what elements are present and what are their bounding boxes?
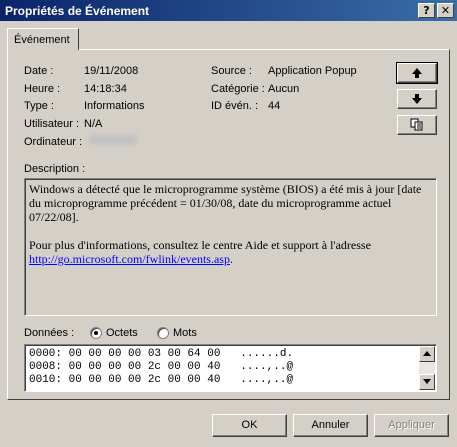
data-hex-view[interactable]: 0000: 00 00 00 00 03 00 64 00 ......d. 0… xyxy=(24,344,437,392)
ok-button[interactable]: OK xyxy=(212,414,287,437)
window-title: Propriétés de Événement xyxy=(5,4,150,18)
radio-bytes[interactable] xyxy=(90,327,102,339)
radio-selected-dot xyxy=(94,331,98,335)
close-button[interactable]: ✕ xyxy=(437,3,454,18)
date-label: Date : xyxy=(24,65,54,77)
cancel-button[interactable]: Annuler xyxy=(293,414,368,437)
radio-bytes-label[interactable]: Octets xyxy=(106,327,138,339)
scroll-down-button[interactable] xyxy=(419,374,435,390)
computer-label: Ordinateur : xyxy=(24,136,83,148)
source-value: Application Popup xyxy=(268,65,357,77)
arrow-down-icon xyxy=(412,94,422,104)
description-text-area[interactable]: Windows a détecté que le microprogramme … xyxy=(24,178,437,316)
title-bar: Propriétés de Événement ? ✕ xyxy=(0,0,457,22)
type-label: Type : xyxy=(24,100,54,112)
scroll-up-icon xyxy=(423,351,431,356)
hex-row: 0000: 00 00 00 00 03 00 64 00 ......d. xyxy=(29,348,294,360)
copy-icon xyxy=(410,118,423,131)
time-label: Heure : xyxy=(24,83,61,95)
user-value: N/A xyxy=(84,118,103,130)
scroll-up-button[interactable] xyxy=(419,346,435,362)
scroll-down-icon xyxy=(423,379,431,384)
link-suffix: . xyxy=(229,252,233,266)
apply-button[interactable]: Appliquer xyxy=(374,414,449,437)
category-label: Catégorie : xyxy=(211,83,265,95)
source-label: Source : xyxy=(211,65,252,77)
radio-words[interactable] xyxy=(157,327,169,339)
computer-value-redacted xyxy=(88,134,138,145)
type-value: Informations xyxy=(84,100,145,112)
event-id-value: 44 xyxy=(268,100,281,112)
tab-event[interactable]: Événement xyxy=(7,28,79,50)
next-event-button[interactable] xyxy=(397,89,437,109)
copy-button[interactable] xyxy=(397,115,437,135)
previous-event-button[interactable] xyxy=(396,62,438,84)
category-value: Aucun xyxy=(268,83,300,95)
date-value: 19/11/2008 xyxy=(84,65,139,77)
description-line1: Windows a détecté que le microprogramme … xyxy=(29,182,422,224)
arrow-up-icon xyxy=(412,68,422,78)
description-line2: Pour plus d'informations, consultez le c… xyxy=(29,238,371,252)
radio-words-label[interactable]: Mots xyxy=(173,327,197,339)
vertical-scrollbar[interactable] xyxy=(419,346,435,390)
help-button[interactable]: ? xyxy=(418,3,435,18)
time-value: 14:18:34 xyxy=(84,83,127,95)
event-id-label: ID évén. : xyxy=(211,100,259,112)
hex-row: 0008: 00 00 00 00 2c 00 00 40 ....,..@ xyxy=(29,361,294,373)
tab-event-label: Événement xyxy=(14,34,70,46)
hex-row: 0010: 00 00 00 00 2c 00 00 40 ....,..@ xyxy=(29,374,294,386)
help-link[interactable]: http://go.microsoft.com/fwlink/events.as… xyxy=(29,252,230,266)
description-label: Description : xyxy=(24,163,86,175)
user-label: Utilisateur : xyxy=(24,118,80,130)
data-label: Données : xyxy=(24,327,75,339)
